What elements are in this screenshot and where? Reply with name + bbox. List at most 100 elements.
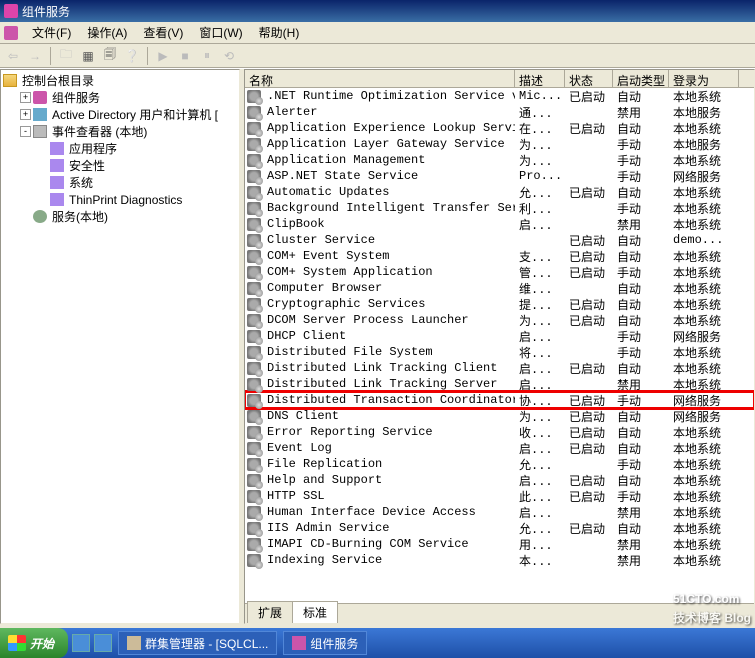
mmc-icon	[4, 26, 18, 40]
export-button[interactable]: ❔	[123, 47, 141, 65]
service-logon: 本地系统	[669, 152, 739, 169]
app-icon	[4, 4, 18, 18]
tree-node[interactable]: ThinPrint Diagnostics	[3, 191, 237, 208]
up-button[interactable]: 🗀	[57, 47, 75, 65]
menu-file[interactable]: 文件(F)	[24, 22, 79, 43]
col-desc[interactable]: 描述	[515, 70, 565, 87]
restart-button[interactable]: ⟲	[220, 47, 238, 65]
service-row[interactable]: ClipBook启...禁用本地系统	[245, 216, 754, 232]
tree-root[interactable]: 控制台根目录	[3, 72, 237, 89]
service-name: Event Log	[263, 441, 515, 455]
tree-panel[interactable]: 控制台根目录 +组件服务+Active Directory 用户和计算机 [-事…	[0, 69, 240, 624]
service-row[interactable]: Error Reporting Service收...已启动自动本地系统	[245, 424, 754, 440]
component-icon	[292, 636, 306, 650]
service-desc: 此...	[515, 488, 565, 505]
tree-node[interactable]: -事件查看器 (本地)	[3, 123, 237, 140]
start-button[interactable]: 开始	[0, 628, 68, 658]
service-startup: 禁用	[613, 216, 669, 233]
service-logon: 本地系统	[669, 424, 739, 441]
tree-item-icon	[33, 108, 47, 121]
service-icon	[247, 314, 261, 327]
service-row[interactable]: Indexing Service本...禁用本地系统	[245, 552, 754, 568]
menu-help[interactable]: 帮助(H)	[251, 22, 308, 43]
quicklaunch-desktop-icon[interactable]	[94, 634, 112, 652]
service-row[interactable]: Computer Browser维...自动本地系统	[245, 280, 754, 296]
service-row[interactable]: File Replication允...手动本地系统	[245, 456, 754, 472]
service-row[interactable]: Distributed File System将...手动本地系统	[245, 344, 754, 360]
services-list[interactable]: .NET Runtime Optimization Service v...Mi…	[245, 88, 754, 603]
service-name: IMAPI CD-Burning COM Service	[263, 537, 515, 551]
service-row[interactable]: Event Log启...已启动自动本地系统	[245, 440, 754, 456]
expand-toggle[interactable]: +	[20, 92, 31, 103]
service-row[interactable]: ASP.NET State ServicePro...手动网络服务	[245, 168, 754, 184]
play-button[interactable]: ▶	[154, 47, 172, 65]
service-startup: 手动	[613, 328, 669, 345]
properties-button[interactable]: ▦	[79, 47, 97, 65]
refresh-button[interactable]: 🗐	[101, 47, 119, 65]
menu-bar: 文件(F) 操作(A) 查看(V) 窗口(W) 帮助(H)	[0, 22, 755, 44]
service-row[interactable]: DHCP Client启...手动网络服务	[245, 328, 754, 344]
tree-node[interactable]: +组件服务	[3, 89, 237, 106]
menu-view[interactable]: 查看(V)	[135, 22, 191, 43]
tree-node[interactable]: +Active Directory 用户和计算机 [	[3, 106, 237, 123]
service-name: Alerter	[263, 105, 515, 119]
back-button[interactable]: ⇦	[4, 47, 22, 65]
pause-button[interactable]: ⏸	[198, 47, 216, 65]
quicklaunch-ie-icon[interactable]	[72, 634, 90, 652]
menu-action[interactable]: 操作(A)	[79, 22, 135, 43]
service-row[interactable]: Application Layer Gateway Service为...手动本…	[245, 136, 754, 152]
service-row[interactable]: DNS Client为...已启动自动网络服务	[245, 408, 754, 424]
service-startup: 手动	[613, 152, 669, 169]
service-row[interactable]: IIS Admin Service允...已启动自动本地系统	[245, 520, 754, 536]
col-logon[interactable]: 登录为	[669, 70, 739, 87]
service-status: 已启动	[565, 312, 613, 329]
service-row[interactable]: Human Interface Device Access启...禁用本地系统	[245, 504, 754, 520]
service-row[interactable]: Cluster Service已启动自动demo...	[245, 232, 754, 248]
service-row[interactable]: DCOM Server Process Launcher为...已启动自动本地系…	[245, 312, 754, 328]
service-row[interactable]: .NET Runtime Optimization Service v...Mi…	[245, 88, 754, 104]
service-row[interactable]: Distributed Link Tracking Client启...已启动自…	[245, 360, 754, 376]
service-name: Computer Browser	[263, 281, 515, 295]
col-status[interactable]: 状态	[565, 70, 613, 87]
service-row[interactable]: COM+ Event System支...已启动自动本地系统	[245, 248, 754, 264]
service-row[interactable]: Help and Support启...已启动自动本地系统	[245, 472, 754, 488]
service-icon	[247, 458, 261, 471]
expand-toggle[interactable]: +	[20, 109, 31, 120]
service-icon	[247, 90, 261, 103]
service-row[interactable]: HTTP SSL此...已启动手动本地系统	[245, 488, 754, 504]
menu-window[interactable]: 窗口(W)	[191, 22, 250, 43]
service-row[interactable]: Automatic Updates允...已启动自动本地系统	[245, 184, 754, 200]
service-desc: 为...	[515, 136, 565, 153]
stop-button[interactable]: ■	[176, 47, 194, 65]
service-row[interactable]: Application Management为...手动本地系统	[245, 152, 754, 168]
tree-node[interactable]: 安全性	[3, 157, 237, 174]
expand-toggle[interactable]: -	[20, 126, 31, 137]
service-logon: 网络服务	[669, 408, 739, 425]
service-row[interactable]: Application Experience Lookup Service在..…	[245, 120, 754, 136]
service-status: 已启动	[565, 408, 613, 425]
service-row[interactable]: Background Intelligent Transfer Ser...利.…	[245, 200, 754, 216]
service-row[interactable]: Cryptographic Services提...已启动自动本地系统	[245, 296, 754, 312]
service-row[interactable]: COM+ System Application管...已启动手动本地系统	[245, 264, 754, 280]
taskbar-item-component[interactable]: 组件服务	[283, 631, 367, 655]
tree-node[interactable]: 服务(本地)	[3, 208, 237, 225]
service-name: Human Interface Device Access	[263, 505, 515, 519]
service-row[interactable]: Alerter通...禁用本地服务	[245, 104, 754, 120]
forward-button[interactable]: →	[26, 47, 44, 65]
service-icon	[247, 266, 261, 279]
col-startup[interactable]: 启动类型	[613, 70, 669, 87]
taskbar-item-cluster[interactable]: 群集管理器 - [SQLCL...	[118, 631, 277, 655]
tab-standard[interactable]: 标准	[292, 601, 338, 623]
service-row[interactable]: IMAPI CD-Burning COM Service用...禁用本地系统	[245, 536, 754, 552]
tree-node[interactable]: 应用程序	[3, 140, 237, 157]
service-row[interactable]: Distributed Link Tracking Server启...禁用本地…	[245, 376, 754, 392]
tree-node[interactable]: 系统	[3, 174, 237, 191]
service-icon	[247, 474, 261, 487]
tree-item-icon	[50, 159, 64, 172]
tab-extended[interactable]: 扩展	[247, 601, 293, 623]
service-desc: 启...	[515, 472, 565, 489]
tree-item-icon	[50, 142, 64, 155]
service-name: ASP.NET State Service	[263, 169, 515, 183]
col-name[interactable]: 名称	[245, 70, 515, 87]
service-row[interactable]: Distributed Transaction Coordinator协...已…	[245, 392, 754, 408]
